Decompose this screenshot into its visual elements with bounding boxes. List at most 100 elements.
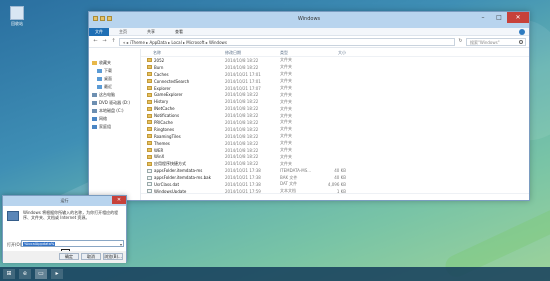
folder-icon [147,120,152,125]
nav-item[interactable]: 家庭组 [89,123,140,131]
homegroup-icon [92,125,97,129]
nav-item-label: 这台电脑 [99,92,115,97]
refresh-icon[interactable]: ↻ [457,38,464,45]
file-name: History [154,99,169,105]
folder-icon [147,148,152,153]
run-task-icon[interactable]: ▸ [51,269,63,279]
open-input[interactable]: %localAppdata% ▾ [21,240,124,247]
file-row[interactable]: Ringtones 2014/10/8 18:22 文件夹 [141,126,529,133]
column-header-size[interactable]: 大小 [322,50,346,56]
column-headers: 名称 修改日期 类型 大小 [141,49,529,57]
close-button[interactable]: ✕ [507,12,529,23]
file-size: 40 KB [334,175,346,181]
start-icon[interactable]: ⊞ [3,269,15,279]
file-date: 2014/10/21 17:38 [225,181,261,187]
maximize-button[interactable]: □ [491,12,507,23]
file-list: 名称 修改日期 类型 大小 2052 2014/10/8 18:22 文件夹 Burn… [141,49,529,200]
file-date: 2014/10/8 18:22 [225,113,259,119]
file-row[interactable]: RoamingTiles 2014/10/8 18:22 文件夹 [141,133,529,140]
title-bar[interactable]: Windows – □ ✕ [89,12,529,28]
nav-item-label: 最近 [104,84,112,89]
file-explorer-icon[interactable]: ▭ [35,269,47,279]
file-name-cell: 2052 [147,58,225,63]
file-row[interactable]: Explorer 2014/10/21 17:07 文件夹 [141,85,529,92]
search-input[interactable]: 搜索"Windows" [466,37,526,46]
browse-button[interactable]: 浏览(B)... [103,253,123,260]
desktop-icon-recycle-bin[interactable]: 回收站 [4,6,30,27]
run-title-bar[interactable]: 运行 ✕ [3,196,126,206]
back-arrow-icon[interactable]: ← [92,38,99,45]
file-name: Themes [154,140,170,146]
file-row[interactable]: PRICache 2014/10/8 18:22 文件夹 [141,119,529,126]
run-body: Windows 将根据你所输入的名称，为你打开相应的程序、文件夹、文档或 Int… [3,206,126,263]
nav-item[interactable]: 本地磁盘 (C:) [89,107,140,115]
run-close-button[interactable]: ✕ [112,196,126,204]
file-type: 文件夹 [280,153,292,159]
column-header-name[interactable]: 名称 [147,50,225,56]
file-row[interactable]: appsFolder.itemdata-ms.bak 2014/10/21 17:… [141,174,529,181]
nav-item[interactable]: 这台电脑 [89,91,140,99]
file-row[interactable]: Caches 2014/10/21 17:01 文件夹 [141,71,529,78]
address-bar[interactable]: « ▸ iTheme ▸ AppData ▸ Local ▸ Microsoft… [119,37,455,46]
file-date: 2014/10/8 18:22 [225,126,259,132]
nav-item[interactable]: 网络 [89,115,140,123]
tab-view[interactable]: 查看 [165,29,193,35]
file-date: 2014/10/8 18:22 [225,92,259,98]
file-type: 文件夹 [280,78,292,84]
file-name-cell: WinX [147,154,225,159]
internet-explorer-icon[interactable]: e [19,269,31,279]
file-row[interactable]: WER 2014/10/8 18:22 文件夹 [141,147,529,154]
file-row[interactable]: Themes 2014/10/8 18:22 文件夹 [141,140,529,147]
ok-button[interactable]: 确定 [59,253,79,260]
file-row[interactable]: UsrClass.dat 2014/10/21 17:38 DAT 文件 4,096 … [141,181,529,188]
file-date: 2014/10/8 18:22 [225,99,259,105]
nav-item-label: 下载 [104,68,112,73]
nav-item[interactable]: 最近 [89,83,140,91]
up-arrow-icon[interactable]: ↑ [110,38,117,45]
tab-share[interactable]: 共享 [137,29,165,35]
file-row[interactable]: 应用程序快捷方式 2014/10/8 18:22 文件夹 [141,160,529,167]
tab-file[interactable]: 文件 [89,27,109,36]
file-row[interactable]: 2052 2014/10/8 18:22 文件夹 [141,57,529,64]
file-date: 2014/10/8 18:22 [225,106,259,112]
tab-home[interactable]: 主页 [109,29,137,35]
file-name: RoamingTiles [154,133,181,139]
file-name-cell: GameExplorer [147,92,225,97]
explorer-window: Windows – □ ✕ 文件 主页 共享 查看 ← → ↑ « ▸ iThe… [88,11,530,201]
nav-item[interactable]: 收藏夹 [89,59,140,67]
file-date: 2014/10/8 18:22 [225,147,259,153]
folder-icon [147,92,152,97]
help-icon[interactable] [519,28,525,35]
column-header-date[interactable]: 修改日期 [225,50,280,56]
file-row[interactable]: Burn 2014/10/8 18:22 文件夹 [141,64,529,71]
run-title: 运行 [60,198,69,203]
file-name-cell: RoamingTiles [147,134,225,139]
column-header-type[interactable]: 类型 [280,50,322,56]
nav-item[interactable]: 下载 [89,67,140,75]
nav-item[interactable]: DVD 驱动器 (D:) [89,99,140,107]
folder-icon [97,69,102,73]
file-date: 2014/10/8 18:22 [225,154,259,160]
file-row[interactable]: ConnectedSearch 2014/10/21 17:01 文件夹 [141,78,529,85]
minimize-button[interactable]: – [475,12,491,23]
dropdown-arrow-icon[interactable]: ▾ [120,242,122,247]
file-row[interactable]: History 2014/10/8 18:22 文件夹 [141,98,529,105]
file-row[interactable]: WinX 2014/10/8 18:22 文件夹 [141,153,529,160]
file-row[interactable]: GameExplorer 2014/10/8 18:22 文件夹 [141,91,529,98]
nav-item[interactable]: 桌面 [89,75,140,83]
file-type: ITEMDATA-MS... [280,168,312,174]
folder-icon [147,161,152,166]
run-app-icon [7,211,19,221]
file-date: 2014/10/21 17:01 [225,71,261,77]
file-name-cell: Themes [147,141,225,146]
file-row[interactable]: appsFolder.itemdata-ms 2014/10/21 17:38 IT… [141,167,529,174]
file-type: 文件夹 [280,112,292,118]
file-row[interactable]: Notifications 2014/10/8 18:22 文件夹 [141,112,529,119]
window-title: Windows [297,16,321,22]
file-date: 2014/10/8 18:22 [225,64,259,70]
file-name-cell: PRICache [147,120,225,125]
cancel-button[interactable]: 取消 [81,253,101,260]
forward-arrow-icon[interactable]: → [101,38,108,45]
file-row[interactable]: INetCache 2014/10/8 18:22 文件夹 [141,105,529,112]
folder-icon [147,86,152,90]
